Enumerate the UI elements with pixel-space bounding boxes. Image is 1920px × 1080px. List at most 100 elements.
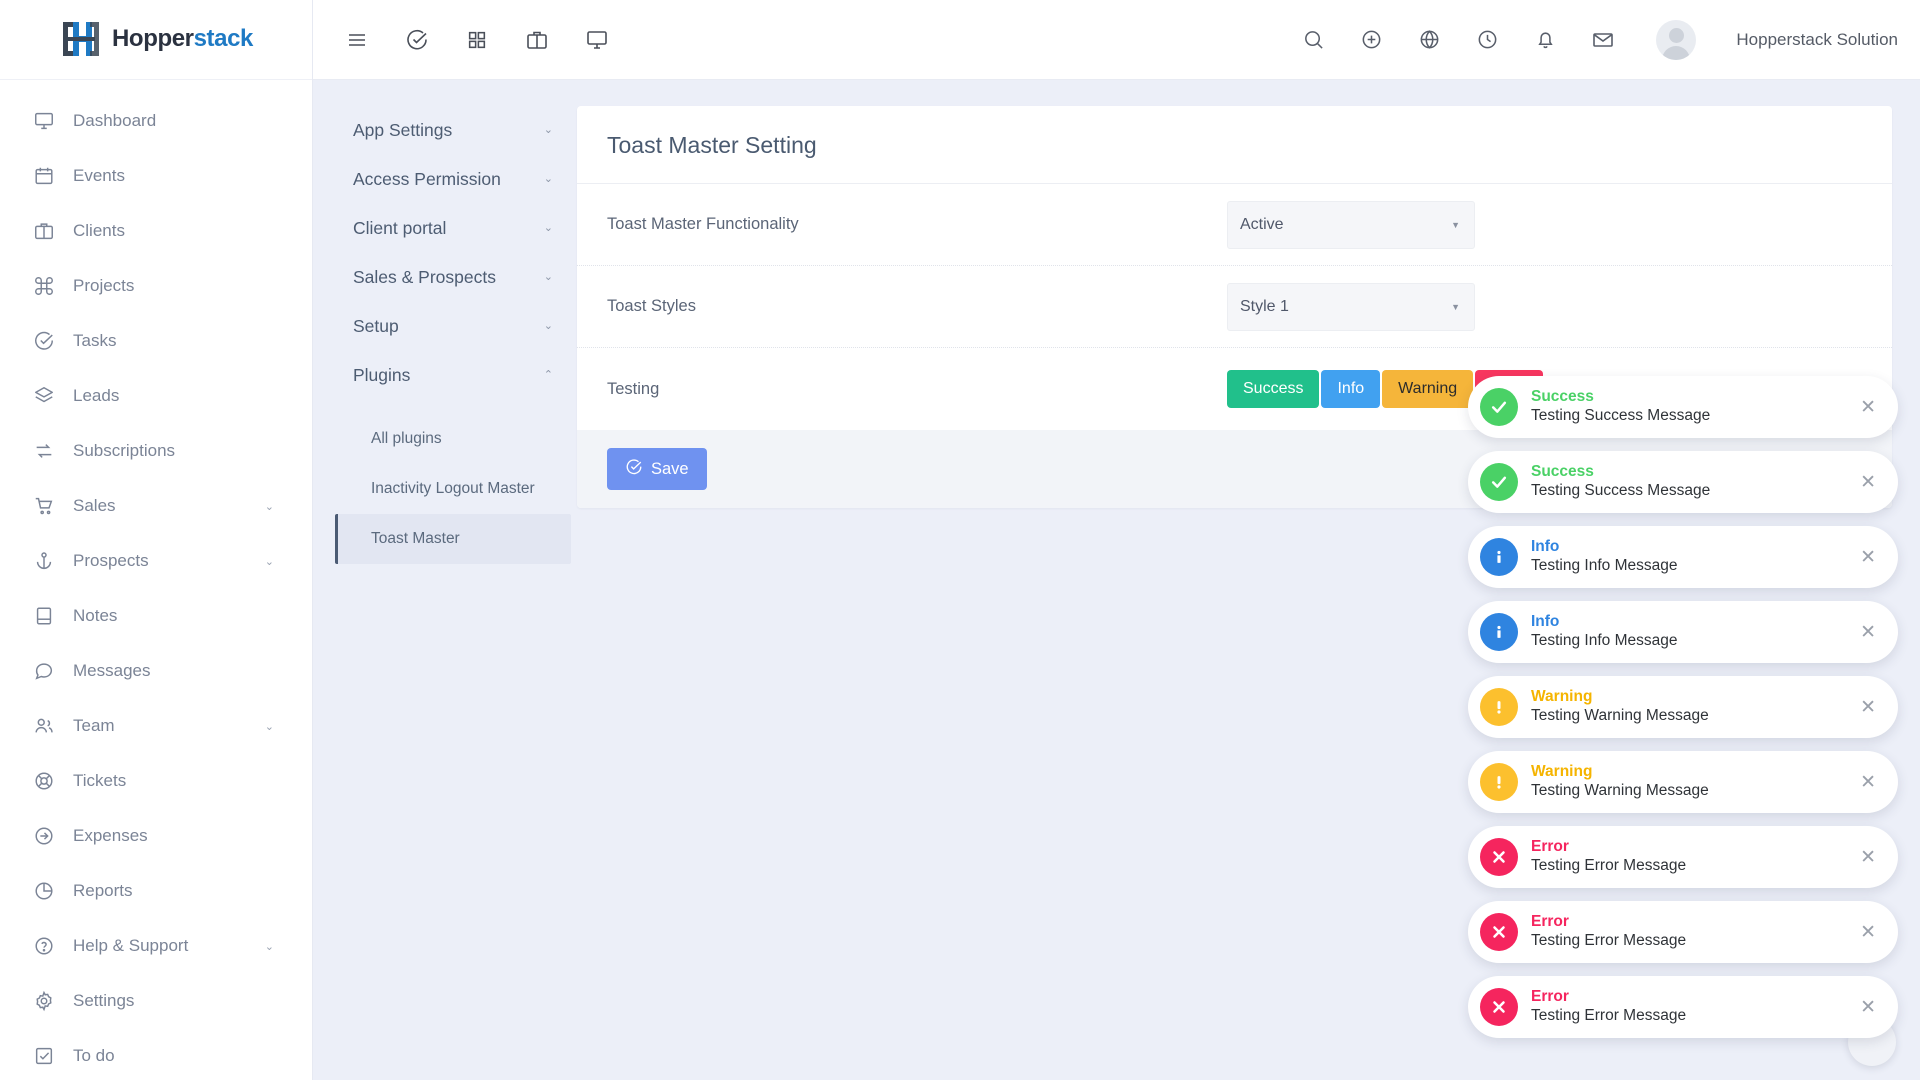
- grid-apps-icon[interactable]: [461, 24, 493, 56]
- check-circle-icon: [625, 458, 643, 481]
- globe-icon[interactable]: [1414, 25, 1444, 55]
- sidebar-item-label: Events: [73, 166, 125, 186]
- toast-message: Testing Error Message: [1531, 857, 1686, 874]
- chevron-down-icon: ▼: [1451, 220, 1460, 230]
- sidebar-item-help-support[interactable]: Help & Support ⌄: [0, 919, 312, 974]
- sidebar-item-reports[interactable]: Reports: [0, 864, 312, 919]
- warning-icon: [1480, 688, 1518, 726]
- chevron-down-icon: ⌄: [544, 174, 553, 185]
- layers-icon: [32, 384, 56, 408]
- check-square-icon: [32, 1044, 56, 1068]
- hamburger-menu-icon[interactable]: [341, 24, 373, 56]
- toast-title: Error: [1531, 838, 1569, 855]
- cart-icon: [32, 494, 56, 518]
- settings-subitem-toast-master[interactable]: Toast Master: [335, 514, 571, 564]
- sidebar-item-label: Clients: [73, 221, 125, 241]
- search-icon[interactable]: [1298, 25, 1328, 55]
- check-circle-icon: [32, 329, 56, 353]
- error-x-icon: [1480, 838, 1518, 876]
- sidebar-item-subscriptions[interactable]: Subscriptions: [0, 424, 312, 479]
- settings-group-setup[interactable]: Setup ⌄: [335, 302, 571, 351]
- sidebar-item-clients[interactable]: Clients: [0, 204, 312, 259]
- sidebar-item-prospects[interactable]: Prospects ⌄: [0, 534, 312, 589]
- anchor-icon: [32, 549, 56, 573]
- sidebar-item-settings[interactable]: Settings: [0, 974, 312, 1029]
- settings-group-client-portal[interactable]: Client portal ⌄: [335, 204, 571, 253]
- top-bar: Hopperstack Solution: [313, 0, 1920, 80]
- settings-subitem-inactivity-logout-master[interactable]: Inactivity Logout Master: [335, 464, 571, 514]
- chevron-down-icon: ⌄: [544, 223, 553, 234]
- card-header: Toast Master Setting: [577, 106, 1892, 184]
- settings-side-menu: App Settings ⌄ Access Permission ⌄ Clien…: [313, 80, 571, 1080]
- select-value: Active: [1240, 216, 1284, 234]
- close-icon[interactable]: ✕: [1854, 394, 1882, 421]
- command-icon: [32, 274, 56, 298]
- sidebar-item-team[interactable]: Team ⌄: [0, 699, 312, 754]
- sidebar-item-notes[interactable]: Notes: [0, 589, 312, 644]
- test-info-button[interactable]: Info: [1321, 370, 1380, 408]
- brand-logo[interactable]: Hopperstack: [0, 0, 312, 80]
- info-icon: [1480, 538, 1518, 576]
- sidebar-item-label: Dashboard: [73, 111, 156, 131]
- briefcase-icon[interactable]: [521, 24, 553, 56]
- toast-error: Error Testing Error Message ✕: [1468, 901, 1898, 963]
- toast-message: Testing Success Message: [1531, 407, 1710, 424]
- sidebar-item-label: Team: [73, 716, 115, 736]
- select-value: Style 1: [1240, 298, 1289, 316]
- toast-message: Testing Error Message: [1531, 1007, 1686, 1024]
- plus-circle-icon[interactable]: [1356, 25, 1386, 55]
- page-title: Toast Master Setting: [607, 132, 1862, 159]
- envelope-icon[interactable]: [1588, 25, 1618, 55]
- settings-group-label: Plugins: [353, 365, 410, 386]
- sidebar-item-events[interactable]: Events: [0, 149, 312, 204]
- sidebar-item-messages[interactable]: Messages: [0, 644, 312, 699]
- toast-title: Success: [1531, 388, 1594, 405]
- sidebar-item-tasks[interactable]: Tasks: [0, 314, 312, 369]
- close-icon[interactable]: ✕: [1854, 694, 1882, 721]
- clock-icon[interactable]: [1472, 25, 1502, 55]
- close-icon[interactable]: ✕: [1854, 544, 1882, 571]
- question-circle-icon: [32, 934, 56, 958]
- sidebar-item-to-do[interactable]: To do: [0, 1029, 312, 1080]
- check-circle-icon[interactable]: [401, 24, 433, 56]
- sidebar-item-label: Messages: [73, 661, 150, 681]
- sidebar-item-dashboard[interactable]: Dashboard: [0, 94, 312, 149]
- settings-group-app-settings[interactable]: App Settings ⌄: [335, 106, 571, 155]
- settings-subitem-all-plugins[interactable]: All plugins: [335, 414, 571, 464]
- toast-error: Error Testing Error Message ✕: [1468, 976, 1898, 1038]
- settings-group-sales-prospects[interactable]: Sales & Prospects ⌄: [335, 253, 571, 302]
- settings-group-plugins[interactable]: Plugins ⌃: [335, 351, 571, 400]
- avatar[interactable]: [1656, 20, 1696, 60]
- sidebar-item-label: Leads: [73, 386, 119, 406]
- toast-title: Info: [1531, 538, 1559, 555]
- toast-styles-select[interactable]: Style 1 ▼: [1227, 283, 1475, 331]
- row-toast-master-functionality: Toast Master Functionality Active ▼: [577, 184, 1892, 266]
- toast-title: Warning: [1531, 763, 1592, 780]
- field-label: Toast Styles: [607, 297, 1227, 316]
- close-icon[interactable]: ✕: [1854, 919, 1882, 946]
- toast-warning: Warning Testing Warning Message ✕: [1468, 751, 1898, 813]
- sidebar-item-sales[interactable]: Sales ⌄: [0, 479, 312, 534]
- gear-icon: [32, 989, 56, 1013]
- toast-error: Error Testing Error Message ✕: [1468, 826, 1898, 888]
- sidebar-item-leads[interactable]: Leads: [0, 369, 312, 424]
- sidebar-item-tickets[interactable]: Tickets: [0, 754, 312, 809]
- app-root: Hopperstack Dashboard Events Clients Pro…: [0, 0, 1920, 1080]
- warning-icon: [1480, 763, 1518, 801]
- close-icon[interactable]: ✕: [1854, 469, 1882, 496]
- sidebar-item-projects[interactable]: Projects: [0, 259, 312, 314]
- save-button[interactable]: Save: [607, 448, 707, 490]
- bell-icon[interactable]: [1530, 25, 1560, 55]
- toast-functionality-select[interactable]: Active ▼: [1227, 201, 1475, 249]
- field-label: Testing: [607, 380, 1227, 399]
- close-icon[interactable]: ✕: [1854, 844, 1882, 871]
- sidebar-item-expenses[interactable]: Expenses: [0, 809, 312, 864]
- monitor-icon[interactable]: [581, 24, 613, 56]
- calendar-icon: [32, 164, 56, 188]
- test-success-button[interactable]: Success: [1227, 370, 1319, 408]
- test-warning-button[interactable]: Warning: [1382, 370, 1473, 408]
- settings-group-access-permission[interactable]: Access Permission ⌄: [335, 155, 571, 204]
- close-icon[interactable]: ✕: [1854, 619, 1882, 646]
- close-icon[interactable]: ✕: [1854, 994, 1882, 1021]
- close-icon[interactable]: ✕: [1854, 769, 1882, 796]
